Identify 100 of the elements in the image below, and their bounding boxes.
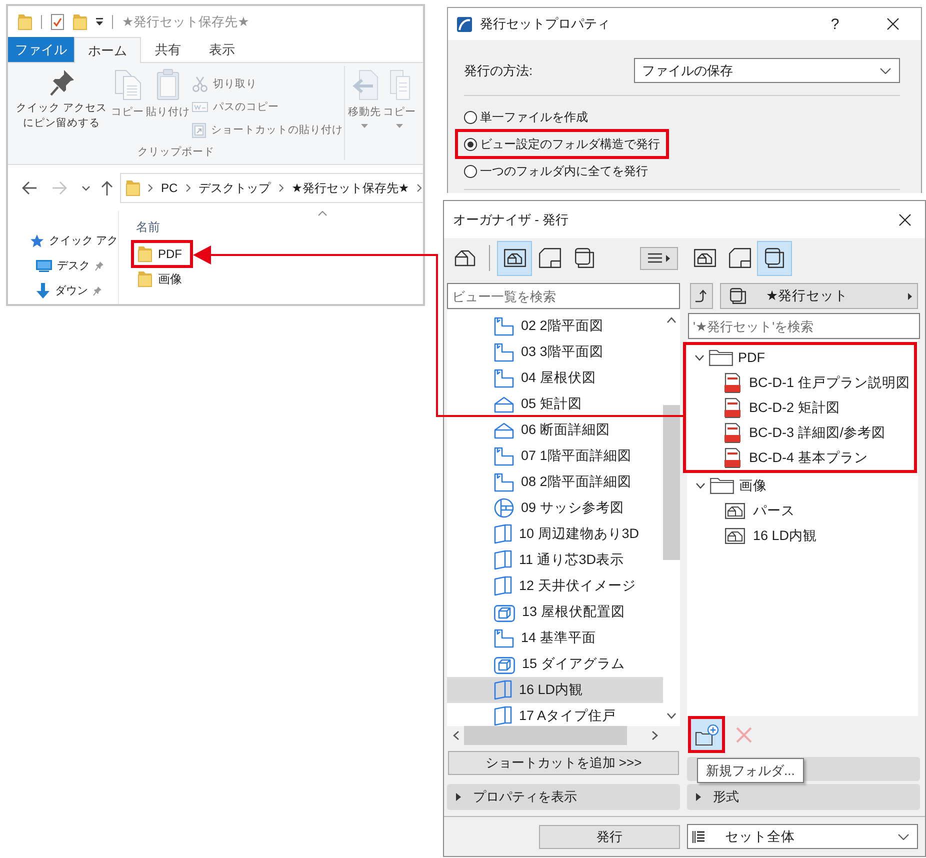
sheet-icon: [728, 248, 750, 268]
chevron-right-icon[interactable]: [148, 184, 153, 192]
scissors-icon: [192, 76, 208, 92]
down-arrow-icon: [36, 282, 50, 298]
field-label: 発行の方法:: [464, 62, 534, 80]
ribbon-tab[interactable]: 共有: [141, 37, 195, 62]
scrollbar-thumb[interactable]: [464, 726, 627, 745]
tree-item[interactable]: 16 LD内観: [687, 523, 918, 548]
publish-button[interactable]: 発行: [539, 824, 680, 848]
view-list-item[interactable]: 12 天井伏イメージ: [447, 573, 663, 599]
star-icon: [30, 234, 44, 248]
customize-button[interactable]: [96, 18, 103, 26]
nav-pane-item[interactable]: デスク: [8, 253, 118, 278]
folder-icon: [18, 14, 32, 30]
method-dropdown[interactable]: ファイルの保存: [634, 58, 900, 83]
chevron-right-icon: [652, 731, 658, 740]
dropdown-arrow-icon: [96, 18, 103, 26]
file-item[interactable]: 画像: [131, 268, 190, 290]
search-field[interactable]: ビュー一覧を検索: [447, 283, 680, 309]
breadcrumb-item[interactable]: ★発行セット保存先★: [292, 180, 410, 196]
ribbon-tab[interactable]: ホーム: [74, 37, 141, 63]
window-title: ★発行セット保存先★: [122, 12, 250, 30]
tooltip: 新規フォルダ...: [697, 758, 804, 783]
chevron-down-icon[interactable]: [696, 482, 705, 488]
section-toggle[interactable]: 形式: [687, 784, 920, 810]
view-list-item[interactable]: 09 サッシ参考図: [447, 495, 663, 521]
tree-item[interactable]: パース: [687, 498, 918, 523]
properties-button[interactable]: [51, 14, 64, 30]
file-menu-tab[interactable]: ファイル: [8, 37, 74, 62]
file-item[interactable]: PDF: [134, 243, 190, 265]
framed-house-icon: [504, 249, 526, 267]
document-icon: [724, 422, 741, 442]
view-list-item[interactable]: 17 Aタイプ住戸: [447, 703, 663, 726]
toolbar-button[interactable]: [497, 240, 532, 276]
scope-dropdown[interactable]: セット全体: [687, 824, 918, 849]
view-list-item[interactable]: 02 2階平面図: [447, 313, 663, 339]
breadcrumb-item[interactable]: デスクトップ: [198, 180, 271, 196]
view-list-item[interactable]: 06 断面詳細図: [447, 417, 663, 443]
menu-button[interactable]: [640, 246, 678, 270]
menu-icon: [648, 253, 662, 263]
checklist-icon: [51, 14, 64, 30]
nav-pane-item[interactable]: クイック アク: [8, 228, 118, 253]
sheet-icon: [538, 248, 560, 268]
tree-item[interactable]: PDF: [686, 345, 914, 370]
view-list-item[interactable]: 07 1階平面詳細図: [447, 443, 663, 469]
tree-item[interactable]: BC-D-1 住戸プラン説明図: [686, 370, 914, 395]
column-header[interactable]: 名前: [136, 219, 160, 236]
tree-item[interactable]: BC-D-4 基本プラン: [686, 445, 914, 470]
framed-cube-icon: [494, 654, 515, 674]
help-button[interactable]: ?: [820, 9, 850, 39]
tree-item[interactable]: BC-D-2 矩計図: [686, 395, 914, 420]
nav-pane-item[interactable]: ダウン: [8, 278, 118, 303]
radio-option[interactable]: ビュー設定のフォルダ構造で発行: [464, 132, 660, 156]
folder-outline-icon: [709, 349, 733, 366]
breadcrumb-item[interactable]: PC: [161, 181, 178, 195]
chevron-left-icon: [452, 731, 458, 740]
triangle-right-icon: [666, 254, 670, 262]
tree-item[interactable]: BC-D-3 詳細図/参考図: [686, 420, 914, 445]
tree-item[interactable]: 画像: [687, 473, 918, 498]
section-toggle[interactable]: プロパティを表示: [447, 784, 680, 810]
view-list-item[interactable]: 05 矩計図: [447, 391, 663, 417]
triangle-right-icon: [908, 292, 912, 300]
up-level-button[interactable]: [690, 283, 713, 309]
radio-option[interactable]: 単一ファイルを作成: [464, 105, 588, 129]
chevron-down-icon: [898, 834, 909, 840]
view-list-item[interactable]: 08 2階平面詳細図: [447, 469, 663, 495]
set-selector[interactable]: ★発行セット: [720, 283, 918, 309]
folder-icon: [138, 246, 152, 262]
address-bar[interactable]: PC デスクトップ ★発行セット保存先★: [120, 173, 423, 203]
caret-icon: [361, 124, 368, 128]
label-icon: [192, 102, 208, 112]
radio-option[interactable]: 一つのフォルダ内に全てを発行: [464, 159, 648, 183]
view-list-item[interactable]: 13 屋根伏配置図: [447, 599, 663, 625]
chevron-down-icon[interactable]: [695, 354, 704, 360]
chevron-down-icon: [82, 186, 90, 190]
window-title: 発行セットプロパティ: [480, 15, 610, 33]
search-field[interactable]: '★発行セット'を検索: [688, 313, 920, 339]
section-toggle[interactable]: 新規フォルダ...: [687, 757, 920, 781]
view-list-item[interactable]: 15 ダイアグラム: [447, 651, 663, 677]
scrollbar-thumb[interactable]: [663, 405, 680, 560]
view-list-item[interactable]: 10 周辺建物あり3D: [447, 521, 663, 547]
view-list-item[interactable]: 03 3階平面図: [447, 339, 663, 365]
document-icon: [724, 372, 741, 392]
close-icon: [899, 214, 911, 226]
document-icon: [724, 398, 741, 418]
chevron-right-icon[interactable]: [417, 184, 422, 192]
delete-icon: [736, 726, 752, 742]
add-shortcut-button[interactable]: ショートカットを追加 >>>: [448, 751, 679, 775]
chevron-right-icon[interactable]: [278, 184, 284, 192]
view-list-item[interactable]: 04 屋根伏図: [447, 365, 663, 391]
chevron-right-icon[interactable]: [186, 184, 191, 192]
pushpin-icon: [48, 69, 74, 97]
toolbar-button[interactable]: [757, 240, 792, 276]
ribbon-tab[interactable]: 表示: [195, 37, 249, 62]
view-list-item[interactable]: 14 基準平面: [447, 625, 663, 651]
group-label: クリップボード: [138, 145, 214, 159]
ribbon-button[interactable]: クイック アクセスにピン留めする: [13, 69, 110, 131]
view-list-item[interactable]: 11 通り芯3D表示: [447, 547, 663, 573]
stacked-pages-icon: [574, 248, 594, 268]
view-list-item[interactable]: 16 LD内観: [447, 677, 663, 703]
